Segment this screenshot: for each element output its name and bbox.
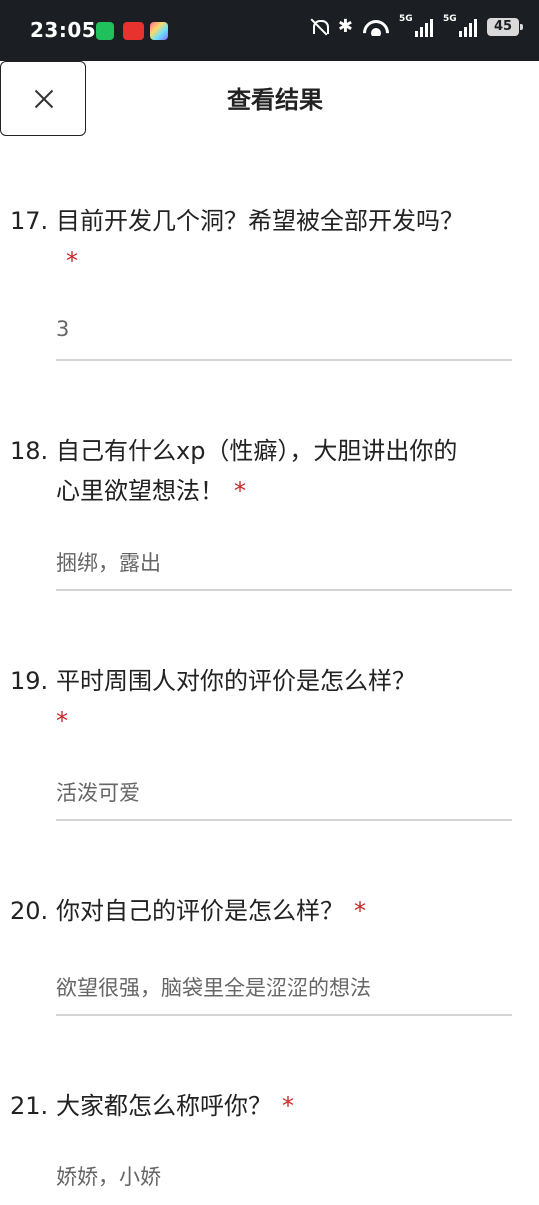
question-text: 你对自己的评价是怎么样？ * <box>56 891 476 931</box>
battery-icon: 45 <box>487 18 523 36</box>
bluetooth-icon: ✱ <box>337 16 353 37</box>
mute-icon <box>310 17 329 37</box>
question-number: 20. <box>10 897 49 925</box>
required-asterisk: * <box>234 477 246 505</box>
question-number: 17. <box>10 207 49 235</box>
question-text: 自己有什么xp（性癖），大胆讲出你的心里欲望想法！ * <box>56 431 476 511</box>
required-asterisk: * <box>66 247 78 275</box>
wechat-app-icon <box>96 22 114 40</box>
signal-icon: 5G <box>443 14 477 37</box>
photo-app-icon <box>150 22 168 40</box>
question-label: 自己有什么xp（性癖），大胆讲出你的心里欲望想法！ <box>56 437 458 505</box>
signal-label: 5G <box>443 14 457 24</box>
question-text: 平时周围人对你的评价是怎么样？ * <box>56 661 476 741</box>
question-label: 你对自己的评价是怎么样？ <box>56 897 344 925</box>
required-asterisk: * <box>282 1092 294 1120</box>
question-text: 大家都怎么称呼你？ * <box>56 1086 476 1126</box>
status-icons: ✱ 5G 5G 45 <box>310 14 523 37</box>
xiaohongshu-app-icon <box>123 22 144 40</box>
answer-value: 3 <box>56 317 70 341</box>
answer-value: 捆绑，露出 <box>56 551 161 575</box>
answer-field: 活泼可爱 <box>56 773 512 821</box>
answer-field: 欲望很强，脑袋里全是涩涩的想法 <box>56 968 512 1016</box>
required-asterisk: * <box>354 897 366 925</box>
question-number: 18. <box>10 437 49 465</box>
status-time: 23:05 <box>30 18 97 42</box>
question-label: 大家都怎么称呼你？ <box>56 1092 272 1120</box>
question-text: 目前开发几个洞？希望被全部开发吗？ * <box>56 201 476 281</box>
answer-value: 活泼可爱 <box>56 781 140 805</box>
signal-label: 5G <box>399 14 413 24</box>
top-app-bar: 查看结果 <box>0 61 539 137</box>
question-number: 19. <box>10 667 49 695</box>
question-label: 目前开发几个洞？希望被全部开发吗？ <box>56 207 464 235</box>
answer-field: 3 <box>56 313 512 361</box>
answer-field: 娇娇，小娇 <box>56 1157 512 1205</box>
signal-icon: 5G <box>399 14 433 37</box>
wifi-icon <box>363 18 389 36</box>
question-number: 21. <box>10 1092 49 1120</box>
status-bar: 23:05 ✱ 5G 5G 45 <box>0 0 539 61</box>
close-button[interactable] <box>0 61 86 136</box>
required-asterisk: * <box>56 707 68 735</box>
answer-value: 娇娇，小娇 <box>56 1165 161 1189</box>
answer-field: 捆绑，露出 <box>56 543 512 591</box>
answer-value: 欲望很强，脑袋里全是涩涩的想法 <box>56 976 371 1000</box>
question-label: 平时周围人对你的评价是怎么样？ <box>56 667 416 695</box>
